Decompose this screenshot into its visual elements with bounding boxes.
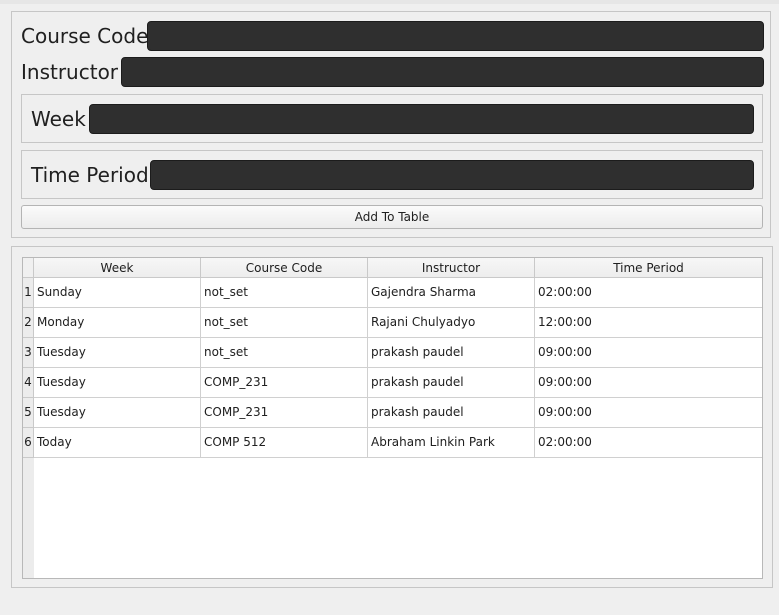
cell-course-code[interactable]: not_set (201, 308, 368, 338)
instructor-input[interactable] (121, 57, 764, 87)
cell-instructor[interactable]: prakash paudel (368, 338, 535, 368)
cell-instructor[interactable]: prakash paudel (368, 368, 535, 398)
table-row: 4 Tuesday COMP_231 prakash paudel 09:00:… (23, 368, 762, 398)
cell-course-code[interactable]: COMP_231 (201, 368, 368, 398)
cell-course-code[interactable]: COMP 512 (201, 428, 368, 458)
course-code-input[interactable] (147, 21, 764, 51)
table-group: Week Course Code Instructor Time Period … (11, 246, 773, 588)
week-input[interactable] (89, 104, 754, 134)
table-row: 3 Tuesday not_set prakash paudel 09:00:0… (23, 338, 762, 368)
cell-course-code[interactable]: not_set (201, 338, 368, 368)
cell-course-code[interactable]: COMP_231 (201, 398, 368, 428)
instructor-label: Instructor (21, 60, 119, 84)
row-number[interactable]: 4 (23, 368, 34, 398)
cell-time-period[interactable]: 02:00:00 (535, 278, 762, 308)
table-row: 6 Today COMP 512 Abraham Linkin Park 02:… (23, 428, 762, 458)
column-header-course-code[interactable]: Course Code (201, 258, 368, 278)
row-number[interactable]: 2 (23, 308, 34, 338)
column-header-week[interactable]: Week (34, 258, 201, 278)
cell-instructor[interactable]: prakash paudel (368, 398, 535, 428)
row-number[interactable]: 6 (23, 428, 34, 458)
entry-form-group: Course Code Instructor Week Time Period … (11, 11, 771, 238)
table-header-row: Week Course Code Instructor Time Period (23, 258, 762, 278)
column-header-instructor[interactable]: Instructor (368, 258, 535, 278)
cell-time-period[interactable]: 09:00:00 (535, 398, 762, 428)
cell-instructor[interactable]: Gajendra Sharma (368, 278, 535, 308)
time-period-label: Time Period (31, 163, 149, 187)
cell-time-period[interactable]: 09:00:00 (535, 368, 762, 398)
table-corner-button[interactable] (23, 258, 34, 278)
cell-time-period[interactable]: 02:00:00 (535, 428, 762, 458)
cell-week[interactable]: Tuesday (34, 398, 201, 428)
course-code-label: Course Code (21, 24, 149, 48)
cell-week[interactable]: Today (34, 428, 201, 458)
cell-instructor[interactable]: Abraham Linkin Park (368, 428, 535, 458)
cell-time-period[interactable]: 09:00:00 (535, 338, 762, 368)
row-number[interactable]: 5 (23, 398, 34, 428)
cell-course-code[interactable]: not_set (201, 278, 368, 308)
column-header-time-period[interactable]: Time Period (535, 258, 762, 278)
table-row: 5 Tuesday COMP_231 prakash paudel 09:00:… (23, 398, 762, 428)
cell-time-period[interactable]: 12:00:00 (535, 308, 762, 338)
week-label: Week (31, 107, 86, 131)
time-period-group: Time Period (21, 150, 763, 199)
cell-instructor[interactable]: Rajani Chulyadyo (368, 308, 535, 338)
schedule-table[interactable]: Week Course Code Instructor Time Period … (22, 257, 763, 579)
table-row: 2 Monday not_set Rajani Chulyadyo 12:00:… (23, 308, 762, 338)
row-number[interactable]: 1 (23, 278, 34, 308)
time-period-input[interactable] (150, 160, 754, 190)
cell-week[interactable]: Tuesday (34, 338, 201, 368)
cell-week[interactable]: Sunday (34, 278, 201, 308)
table-row: 1 Sunday not_set Gajendra Sharma 02:00:0… (23, 278, 762, 308)
week-group: Week (21, 94, 763, 143)
row-number[interactable]: 3 (23, 338, 34, 368)
cell-week[interactable]: Monday (34, 308, 201, 338)
cell-week[interactable]: Tuesday (34, 368, 201, 398)
window-top-edge (0, 0, 779, 4)
add-to-table-button[interactable]: Add To Table (21, 205, 763, 229)
